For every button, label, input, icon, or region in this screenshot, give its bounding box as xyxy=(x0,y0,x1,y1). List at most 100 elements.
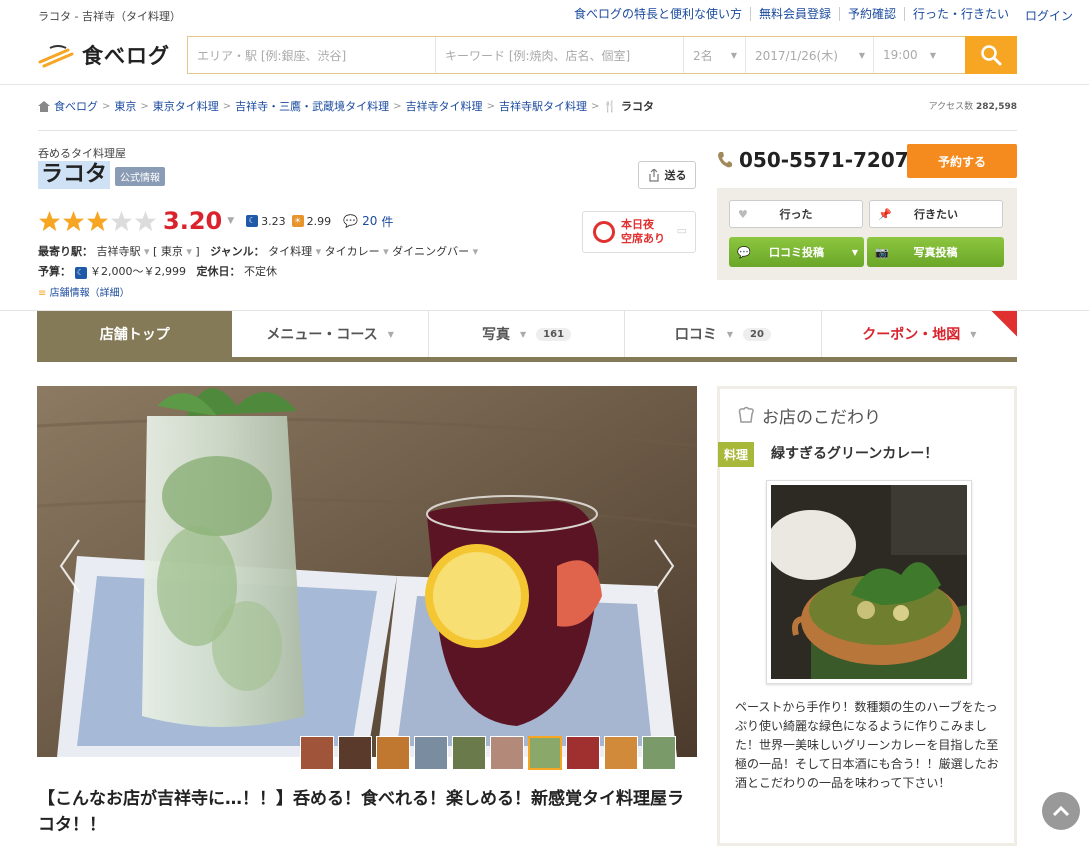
thumbnail[interactable] xyxy=(604,736,638,770)
tab-top[interactable]: 店舗トップ xyxy=(37,311,233,357)
went-button[interactable]: ♥ 行った xyxy=(729,200,863,228)
breadcrumb-item[interactable]: 吉祥寺・三鷹・武蔵境タイ料理 xyxy=(235,98,389,114)
heart-icon: ♥ xyxy=(738,207,748,221)
breadcrumb-item[interactable]: 吉祥寺タイ料理 xyxy=(406,98,483,114)
star-filled-icon xyxy=(86,210,109,231)
breadcrumb-item[interactable]: 食べログ xyxy=(54,98,98,114)
chevron-down-icon: ▼ xyxy=(730,50,737,60)
date-select[interactable]: 2017/1/26(木) ▼ xyxy=(746,37,874,73)
top-bar: ラコタ - 吉祥寺（タイ料理） 食べログの特長と便利な使い方 無料会員登録 予約… xyxy=(0,0,1089,30)
logo-text: 食べログ xyxy=(82,44,170,68)
search-button[interactable] xyxy=(965,36,1017,74)
thumbnail-strip xyxy=(300,736,676,770)
vacancy-badge[interactable]: 本日夜 空席あり ▭ xyxy=(582,211,696,253)
post-photo-button[interactable]: 📷 写真投稿 xyxy=(867,237,1004,267)
chevron-down-icon[interactable]: ▼ xyxy=(227,216,234,226)
thumbnail[interactable] xyxy=(376,736,410,770)
pin-icon: 📌 xyxy=(878,207,892,221)
previous-arrow-icon[interactable] xyxy=(55,536,85,596)
station-name[interactable]: 吉祥寺駅 xyxy=(97,245,141,258)
chevron-up-icon xyxy=(1052,805,1070,817)
photo-count: 161 xyxy=(536,327,572,341)
phone-icon xyxy=(718,152,732,168)
chevron-down-icon: ▼ xyxy=(929,50,936,60)
scroll-to-top-button[interactable] xyxy=(1042,792,1080,830)
breadcrumb-item[interactable]: 吉祥寺駅タイ料理 xyxy=(499,98,587,114)
tab-menu[interactable]: メニュー・コース ▼ xyxy=(232,311,429,357)
shop-name: ラコタ xyxy=(38,161,111,189)
fork-knife-icon: 🍴 xyxy=(603,99,618,113)
official-info-badge[interactable]: 公式情報 xyxy=(115,167,165,186)
search-icon xyxy=(981,45,1002,66)
chef-hat-icon xyxy=(738,406,754,423)
access-count: アクセス数 282,598 xyxy=(928,102,1017,112)
tab-reviews[interactable]: 口コミ ▼ 20 xyxy=(625,311,822,357)
login-link[interactable]: ログイン xyxy=(1025,7,1073,24)
thumbnail[interactable] xyxy=(300,736,334,770)
hero-photo xyxy=(37,386,697,757)
want-button[interactable]: 📌 行きたい xyxy=(869,200,1003,228)
speech-bubble-icon: ▭ xyxy=(676,224,687,237)
area-search-input[interactable]: エリア・駅 [例:銀座、渋谷] xyxy=(188,37,436,73)
kodawari-item-title[interactable]: 緑すぎるグリーンカレー！ xyxy=(771,443,938,463)
share-icon xyxy=(648,168,659,182)
kodawari-tag: 料理 xyxy=(718,442,755,467)
night-score: ☾ 3.23 xyxy=(246,215,286,228)
thumbnail[interactable] xyxy=(566,736,600,770)
shop-info-link[interactable]: ≡ 店舗情報（詳細） xyxy=(38,284,130,299)
green-curry-photo[interactable] xyxy=(766,480,972,684)
rating-row: 3.20 ▼ ☾ 3.23 ☀ 2.99 💬 20 件 xyxy=(38,207,393,235)
top-link-reservation-check[interactable]: 予約確認 xyxy=(840,7,905,21)
send-button[interactable]: 送る xyxy=(638,161,696,189)
moon-icon: ☾ xyxy=(74,267,87,279)
people-select[interactable]: 2名 ▼ xyxy=(684,37,746,73)
top-links: 食べログの特長と便利な使い方 無料会員登録 予約確認 行った・行きたい xyxy=(566,7,1017,21)
date-value: 2017/1/26(木) xyxy=(755,48,838,63)
rating-score: 3.20 xyxy=(163,207,223,235)
sun-icon: ☀ xyxy=(291,215,304,227)
breadcrumb-current: ラコタ xyxy=(621,100,655,113)
breadcrumb-item[interactable]: 東京 xyxy=(114,98,136,114)
review-count-link[interactable]: 💬 20 件 xyxy=(343,213,393,230)
shop-headline: 【こんなお店が吉祥寺に…！！】呑める！食べれる！楽しめる！新感覚タイ料理屋ラコタ… xyxy=(38,789,684,835)
people-value: 2名 xyxy=(693,48,713,63)
tab-coupon-map[interactable]: クーポン・地図 ▼ xyxy=(821,311,1018,357)
next-arrow-icon[interactable] xyxy=(649,536,679,596)
thumbnail-selected[interactable] xyxy=(528,736,562,770)
breadcrumb-item[interactable]: 東京タイ料理 xyxy=(153,98,219,114)
thumbnail[interactable] xyxy=(490,736,524,770)
tab-photos[interactable]: 写真 ▼ 161 xyxy=(428,311,626,357)
speech-bubble-icon: 💬 xyxy=(343,214,359,228)
top-link-features[interactable]: 食べログの特長と便利な使い方 xyxy=(566,7,751,21)
station-genre-row: 最寄り駅： 吉祥寺駅 ▾ [ 東京 ▾ ] ジャンル： タイ料理 ▾ タイカレー… xyxy=(38,245,479,258)
divider xyxy=(38,130,1017,131)
search-bar: エリア・駅 [例:銀座、渋谷] キーワード [例:焼肉、店名、個室] 2名 ▼ 2… xyxy=(187,36,1017,74)
send-label: 送る xyxy=(664,169,687,182)
review-count: 20 xyxy=(743,327,771,341)
action-panel: ♥ 行った 📌 行きたい 💬 口コミ投稿 ▼ 📷 写真投稿 xyxy=(717,188,1017,280)
home-icon xyxy=(38,100,50,112)
reserve-button[interactable]: 予約する xyxy=(907,144,1017,178)
thumbnail[interactable] xyxy=(642,736,676,770)
star-filled-icon xyxy=(38,210,61,231)
post-review-button[interactable]: 💬 口コミ投稿 ▼ xyxy=(729,237,864,267)
top-link-went-want[interactable]: 行った・行きたい xyxy=(905,7,1017,21)
thumbnail[interactable] xyxy=(452,736,486,770)
kodawari-text: ペーストから手作り！数種類の生のハーブをたっぷり使い綺麗な緑色になるように作りこ… xyxy=(735,700,999,790)
thumbnail[interactable] xyxy=(338,736,372,770)
chevron-down-icon: ▼ xyxy=(858,50,865,60)
rating-stars xyxy=(38,210,157,233)
curry-image xyxy=(766,485,967,679)
logo[interactable]: 食べログ xyxy=(38,40,170,70)
time-select[interactable]: 19:00 ▼ xyxy=(874,37,964,73)
kodawari-title: お店のこだわり xyxy=(736,403,881,428)
logo-chopsticks-icon xyxy=(38,45,74,68)
lunch-score: ☀ 2.99 xyxy=(291,215,331,228)
keyword-search-input[interactable]: キーワード [例:焼肉、店名、個室] xyxy=(436,37,684,73)
top-link-register[interactable]: 無料会員登録 xyxy=(751,7,840,21)
budget-row: 予算： ☾ ￥2,000～￥2,999 定休日： 不定休 xyxy=(38,265,277,279)
header: 食べログ エリア・駅 [例:銀座、渋谷] キーワード [例:焼肉、店名、個室] … xyxy=(0,30,1089,85)
time-value: 19:00 xyxy=(883,48,918,62)
drinks-photo xyxy=(37,386,697,757)
thumbnail[interactable] xyxy=(414,736,448,770)
